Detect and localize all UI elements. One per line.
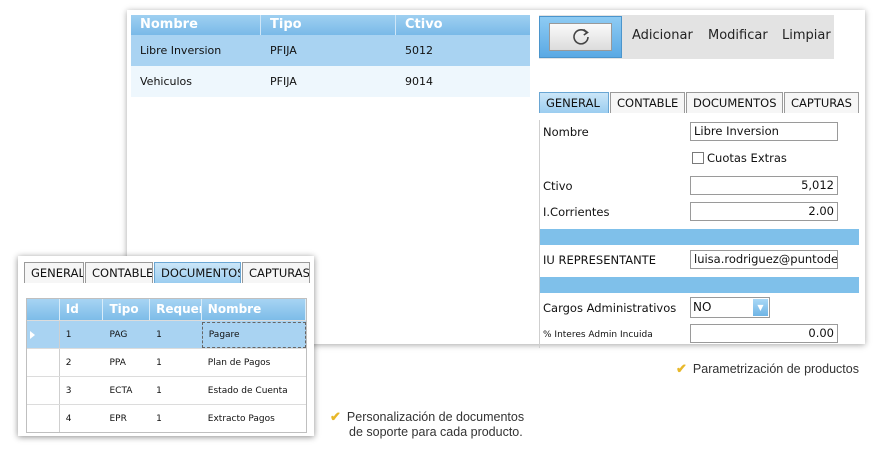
cell-ctivo: 9014 [405,75,433,88]
tab-capturas[interactable]: CAPTURAS [784,92,859,113]
cell-requer: 1 [156,358,162,368]
cell-id: 4 [65,414,72,424]
general-form: Nombre Libre Inversion Cuotas Extras Cti… [539,120,859,348]
table-row[interactable]: Libre Inversion PFIJA 5012 [131,35,530,66]
column-header-ctivo[interactable]: Ctivo [396,15,530,35]
cell-id: 3 [65,386,72,396]
add-button[interactable]: Adicionar [632,28,693,43]
row-header-column [27,299,60,320]
table-row[interactable]: Vehiculos PFIJA 9014 [131,66,530,97]
documents-caption-line2: de soporte para cada producto. [349,425,523,439]
documents-caption: ✔ Personalización de documentos [330,409,524,425]
interes-admin-label: % Interes Admin Incuida [543,330,653,340]
column-header-id[interactable]: Id [60,299,104,320]
cell-tipo: PAG [109,330,128,340]
ctivo-field[interactable]: 5,012 [690,176,838,195]
cell-tipo: EPR [109,414,127,424]
iu-representante-label: IU REPRESENTANTE [543,253,656,267]
cell-id: 1 [65,330,72,340]
tab-documentos[interactable]: DOCUMENTOS [154,262,241,283]
section-divider [540,229,859,245]
documents-grid: Id Tipo Requer Nombre 1 PAG 1 Pagare 2 P… [26,298,307,433]
nombre-field[interactable]: Libre Inversion [690,122,838,141]
product-tabs: GENERAL CONTABLE DOCUMENTOS CAPTURAS [539,92,860,113]
cell-nombre: Vehiculos [140,75,193,88]
toolbar: Adicionar Modificar Limpiar [539,15,834,59]
column-header-requer[interactable]: Requer [150,299,202,320]
column-header-tipo[interactable]: Tipo [103,299,151,320]
refresh-icon [572,28,589,45]
cell-nombre: Extracto Pagos [207,414,275,424]
column-header-nombre[interactable]: Nombre [131,15,261,35]
products-grid-header: Nombre Tipo Ctivo [131,15,530,35]
cell-ctivo: 5012 [405,44,433,57]
cell-requer: 1 [156,330,162,340]
cargos-admin-value: NO [693,300,712,314]
checkbox-box[interactable] [692,152,704,164]
iu-representante-field[interactable]: luisa.rodriguez@puntodepa [690,250,838,269]
ctivo-label: Ctivo [543,179,573,193]
nombre-label: Nombre [543,125,589,139]
icorrientes-label: I.Corrientes [543,205,610,219]
cell-tipo: ECTA [109,386,133,396]
refresh-button[interactable] [539,16,622,58]
table-row[interactable]: 3 ECTA 1 Estado de Cuenta [27,376,306,404]
table-row[interactable]: 2 PPA 1 Plan de Pagos [27,348,306,376]
tab-documentos[interactable]: DOCUMENTOS [686,92,783,113]
documents-caption-line1: Personalización de documentos [346,410,525,424]
cell-requer: 1 [156,386,162,396]
tab-general[interactable]: GENERAL [24,262,84,283]
check-icon: ✔ [676,361,687,376]
documents-caption-2: de soporte para cada producto. [349,425,523,440]
cuotas-extras-label: Cuotas Extras [707,151,787,165]
cell-id: 2 [65,358,72,368]
row-indicator [27,377,60,404]
tab-contable[interactable]: CONTABLE [610,92,685,113]
row-indicator [27,349,60,376]
documents-grid-header: Id Tipo Requer Nombre [27,299,306,320]
refresh-button-face [549,23,612,51]
column-header-nombre[interactable]: Nombre [202,299,306,320]
cell-requer: 1 [156,414,162,424]
cell-nombre: Libre Inversion [140,44,222,57]
products-caption: ✔ Parametrización de productos [676,361,859,377]
cargos-admin-select[interactable]: NO ▼ [690,297,770,318]
cuotas-extras-checkbox[interactable]: Cuotas Extras [692,151,787,165]
row-indicator [27,321,60,348]
products-caption-text: Parametrización de productos [692,362,859,376]
current-row-arrow-icon [30,331,35,339]
modify-button[interactable]: Modificar [708,28,768,43]
cell-nombre: Plan de Pagos [207,358,271,368]
table-row[interactable]: 4 EPR 1 Extracto Pagos [27,404,306,432]
cell-nombre: Estado de Cuenta [207,386,288,396]
cell-tipo: PFIJA [270,44,297,57]
documents-window: GENERAL CONTABLE DOCUMENTOS CAPTURAS Id … [18,256,314,436]
tab-contable[interactable]: CONTABLE [85,262,153,283]
section-divider [540,277,859,293]
tab-general[interactable]: GENERAL [539,92,609,113]
chevron-down-icon[interactable]: ▼ [753,299,768,316]
cell-tipo: PFIJA [270,75,297,88]
column-header-tipo[interactable]: Tipo [261,15,396,35]
table-row[interactable]: 1 PAG 1 Pagare [27,320,306,348]
products-grid: Nombre Tipo Ctivo Libre Inversion PFIJA … [131,15,530,97]
interes-admin-field[interactable]: 0.00 [690,324,838,343]
document-tabs: GENERAL CONTABLE DOCUMENTOS CAPTURAS [24,262,311,283]
cargos-admin-label: Cargos Administrativos [543,301,677,315]
row-indicator [27,405,60,432]
clear-button[interactable]: Limpiar [782,28,831,43]
icorrientes-field[interactable]: 2.00 [690,202,838,221]
cell-nombre[interactable]: Pagare [201,321,306,348]
tab-capturas[interactable]: CAPTURAS [242,262,310,283]
cell-tipo: PPA [109,358,126,368]
check-icon: ✔ [330,409,341,424]
